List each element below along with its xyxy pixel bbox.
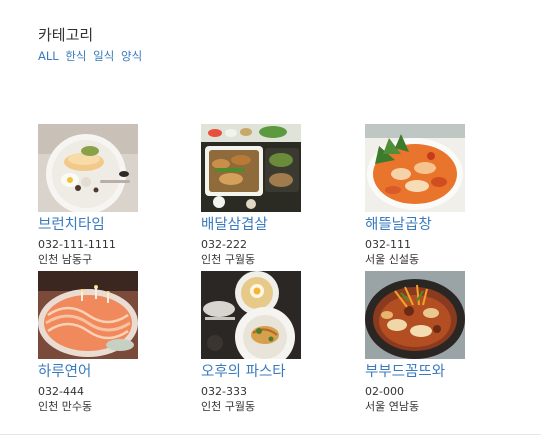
category-links: ALL 한식 일식 양식 bbox=[38, 48, 145, 64]
category-link-all[interactable]: ALL bbox=[38, 49, 59, 63]
restaurant-card: 오후의 파스타 032-333 인천 구월동 bbox=[201, 271, 311, 414]
restaurant-phone: 02-000 bbox=[365, 385, 404, 398]
restaurant-name[interactable]: 배달삼겹살 bbox=[201, 214, 311, 236]
category-link-korean[interactable]: 한식 bbox=[65, 49, 86, 63]
restaurant-address: 인천 만수동 bbox=[38, 400, 93, 413]
restaurant-card: 하루연어 032-444 인천 만수동 bbox=[38, 271, 148, 414]
restaurant-address: 서울 신설동 bbox=[365, 253, 420, 266]
restaurant-phone: 032-444 bbox=[38, 385, 84, 398]
restaurant-phone: 032-222 bbox=[201, 238, 247, 251]
restaurant-phone: 032-111-1111 bbox=[38, 238, 116, 251]
restaurant-name[interactable]: 오후의 파스타 bbox=[201, 361, 311, 383]
restaurant-address: 인천 남동구 bbox=[38, 253, 93, 266]
restaurant-card: 해뜰날곱창 032-111 서울 신설동 bbox=[365, 124, 475, 267]
restaurant-card: 브런치타임 032-111-1111 인천 남동구 bbox=[38, 124, 148, 267]
category-link-japanese[interactable]: 일식 bbox=[93, 49, 114, 63]
restaurant-image-gopchang[interactable] bbox=[365, 124, 465, 212]
restaurant-address: 인천 구월동 bbox=[201, 253, 256, 266]
restaurant-name[interactable]: 브런치타임 bbox=[38, 214, 148, 236]
restaurant-image-stew[interactable] bbox=[365, 271, 465, 359]
restaurant-image-pork-belly[interactable] bbox=[201, 124, 301, 212]
restaurant-card: 부부드꼼뜨와 02-000 서울 연남동 bbox=[365, 271, 475, 414]
restaurant-phone: 032-333 bbox=[201, 385, 247, 398]
restaurant-name[interactable]: 부부드꼼뜨와 bbox=[365, 361, 475, 383]
restaurant-image-salmon[interactable] bbox=[38, 271, 138, 359]
restaurant-phone: 032-111 bbox=[365, 238, 411, 251]
restaurant-card: 배달삼겹살 032-222 인천 구월동 bbox=[201, 124, 311, 267]
restaurant-name[interactable]: 하루연어 bbox=[38, 361, 148, 383]
footer-divider bbox=[0, 434, 541, 435]
restaurant-image-brunch[interactable] bbox=[38, 124, 138, 212]
restaurant-address: 인천 구월동 bbox=[201, 400, 256, 413]
restaurant-image-pasta[interactable] bbox=[201, 271, 301, 359]
restaurant-address: 서울 연남동 bbox=[365, 400, 420, 413]
category-title: 카테고리 bbox=[38, 26, 94, 44]
category-link-western[interactable]: 양식 bbox=[121, 49, 142, 63]
restaurant-name[interactable]: 해뜰날곱창 bbox=[365, 214, 475, 236]
